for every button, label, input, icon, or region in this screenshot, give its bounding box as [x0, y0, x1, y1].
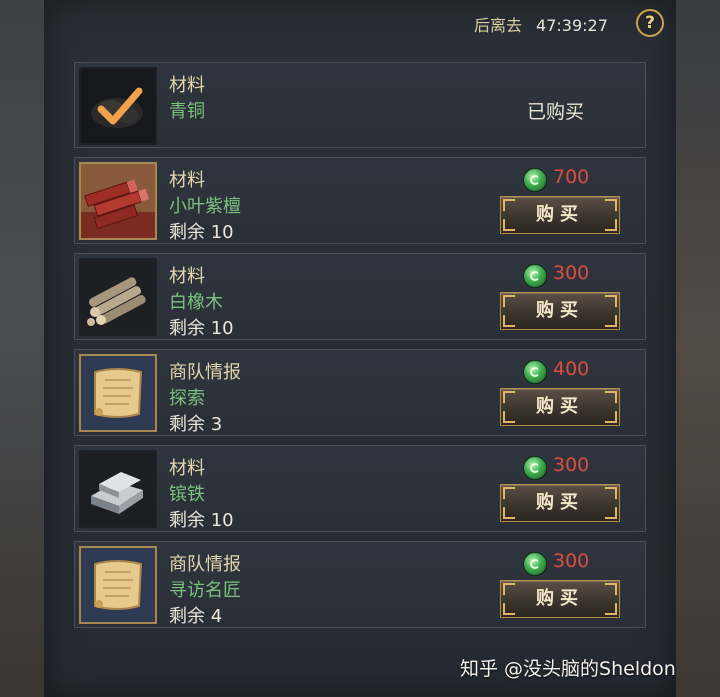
bronze-ore-check-icon [79, 67, 157, 145]
button-corner [605, 219, 617, 231]
purchased-status: 已购买 [527, 101, 585, 123]
jade-coin-icon [523, 456, 547, 480]
departure-timer: 后离去 47:39:27 [474, 12, 608, 36]
price-value: 300 [553, 262, 590, 284]
timer-value: 47:39:27 [536, 16, 608, 35]
background-right [676, 0, 720, 697]
buy-button-label: 购买 [536, 492, 584, 513]
jade-coin-icon [523, 552, 547, 576]
item-remaining: 剩余 4 [169, 606, 223, 627]
shop-item-row: 商队情报 探索 剩余 3 400 购买 [74, 349, 646, 436]
price-value: 300 [553, 454, 590, 476]
jade-coin-icon [523, 360, 547, 384]
background-left [0, 0, 44, 697]
watermark-text: 知乎 @没头脑的Sheldon [460, 658, 676, 680]
buy-button[interactable]: 购买 [500, 388, 620, 426]
timer-label: 后离去 [474, 16, 523, 35]
button-corner [503, 199, 515, 211]
white-oak-logs-icon [79, 258, 157, 336]
jade-coin-icon [523, 264, 547, 288]
button-corner [605, 487, 617, 499]
item-name: 青铜 [169, 101, 205, 122]
item-category: 材料 [169, 266, 205, 287]
item-category: 材料 [169, 458, 205, 479]
buy-button-label: 购买 [536, 300, 584, 321]
item-remaining: 剩余 10 [169, 222, 234, 243]
item-category: 商队情报 [169, 554, 241, 575]
button-corner [605, 411, 617, 423]
shop-item-row: 商队情报 寻访名匠 剩余 4 300 购买 [74, 541, 646, 628]
button-corner [605, 295, 617, 307]
button-corner [503, 315, 515, 327]
button-corner [503, 391, 515, 403]
scroll-icon [79, 546, 157, 624]
button-corner [503, 295, 515, 307]
button-corner [503, 507, 515, 519]
button-corner [503, 219, 515, 231]
buy-button[interactable]: 购买 [500, 292, 620, 330]
iron-ingot-icon [79, 450, 157, 528]
button-corner [605, 199, 617, 211]
shop-item-row: 材料 镔铁 剩余 10 300 购买 [74, 445, 646, 532]
shop-item-row: 材料 小叶紫檀 剩余 10 700 购买 [74, 157, 646, 244]
shop-item-row: 材料 青铜 已购买 [74, 62, 646, 148]
item-remaining: 剩余 10 [169, 510, 234, 531]
price-value: 300 [553, 550, 590, 572]
item-name: 小叶紫檀 [169, 196, 241, 217]
button-corner [605, 391, 617, 403]
item-name: 探索 [169, 388, 205, 409]
price-value: 700 [553, 166, 590, 188]
button-corner [605, 507, 617, 519]
button-corner [503, 411, 515, 423]
item-name: 镔铁 [169, 484, 205, 505]
buy-button-label: 购买 [536, 204, 584, 225]
shop-item-row: 材料 白橡木 剩余 10 300 购买 [74, 253, 646, 340]
buy-button[interactable]: 购买 [500, 484, 620, 522]
button-corner [605, 603, 617, 615]
buy-button[interactable]: 购买 [500, 580, 620, 618]
buy-button-label: 购买 [536, 588, 584, 609]
item-name: 白橡木 [169, 292, 223, 313]
help-button[interactable]: ? [636, 9, 664, 37]
item-category: 材料 [169, 75, 205, 96]
buy-button[interactable]: 购买 [500, 196, 620, 234]
help-icon: ? [645, 13, 655, 33]
item-category: 材料 [169, 170, 205, 191]
item-remaining: 剩余 3 [169, 414, 223, 435]
button-corner [605, 315, 617, 327]
price-value: 400 [553, 358, 590, 380]
item-category: 商队情报 [169, 362, 241, 383]
item-name: 寻访名匠 [169, 580, 241, 601]
button-corner [503, 487, 515, 499]
red-sandalwood-icon [79, 162, 157, 240]
scroll-icon [79, 354, 157, 432]
button-corner [605, 583, 617, 595]
button-corner [503, 583, 515, 595]
button-corner [503, 603, 515, 615]
buy-button-label: 购买 [536, 396, 584, 417]
item-remaining: 剩余 10 [169, 318, 234, 339]
jade-coin-icon [523, 168, 547, 192]
